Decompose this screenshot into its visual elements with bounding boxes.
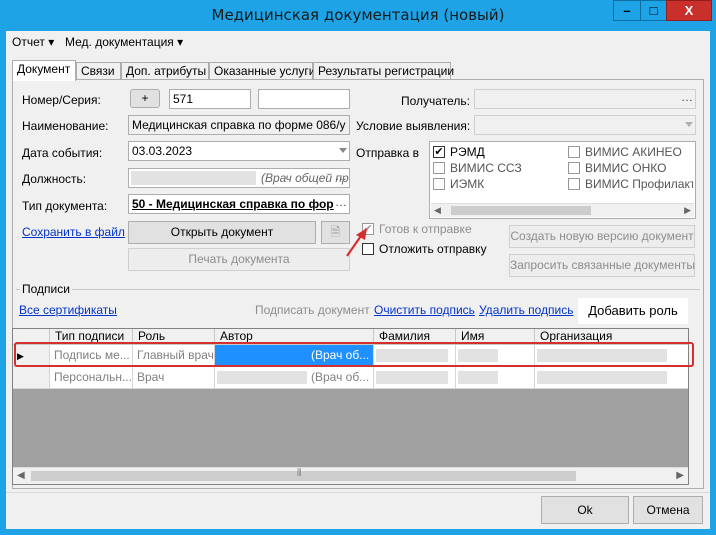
doc-type-value: 50 - Медицинская справка по фор: [132, 197, 334, 211]
send-option-vimis-onko: ВИМИС ОНКО: [585, 161, 667, 175]
doc-type-label: Тип документа:: [22, 199, 108, 213]
send-option-vimis-ssz: ВИМИС ССЗ: [450, 161, 522, 175]
delete-signature-link[interactable]: Удалить подпись: [479, 303, 574, 317]
save-to-file-link[interactable]: Сохранить в файл: [22, 225, 125, 239]
print-document-button[interactable]: Печать документа: [128, 248, 350, 271]
position-field[interactable]: (Врач общей пр …: [128, 168, 350, 188]
dialog-client-area: Отчет ▾ Мед. документация ▾ Документ Свя…: [6, 31, 710, 529]
cell-author[interactable]: (Врач об...: [215, 367, 374, 389]
checkbox-remd[interactable]: ✔: [433, 146, 445, 158]
send-option-vimis-akineo: ВИМИС АКИНЕО: [585, 145, 682, 159]
cell-last-name[interactable]: [374, 367, 456, 389]
redacted-text: [217, 371, 307, 384]
number-label: Номер/Серия:: [22, 93, 101, 107]
number-field[interactable]: 571: [169, 89, 251, 109]
scrollbar-thumb[interactable]: [451, 206, 591, 215]
all-certificates-link[interactable]: Все сертификаты: [19, 303, 117, 317]
signatures-group-label: Подписи: [20, 282, 72, 296]
tab-links[interactable]: Связи: [76, 62, 121, 80]
chevron-down-icon[interactable]: [685, 122, 693, 127]
add-role-button[interactable]: Добавить роль: [578, 298, 688, 324]
menu-bar: Отчет ▾ Мед. документация ▾: [6, 31, 710, 53]
send-option-vimis-prof: ВИМИС Профилактика: [585, 177, 693, 191]
send-option-iemk: ИЭМК: [450, 177, 485, 191]
minimize-button[interactable]: –: [613, 0, 641, 21]
ok-button[interactable]: Ok: [541, 496, 629, 524]
tab-extra-attributes[interactable]: Доп. атрибуты: [121, 62, 209, 80]
scroll-left-icon[interactable]: ◀: [434, 205, 441, 216]
request-related-button[interactable]: Запросить связанные документы: [509, 254, 695, 277]
dropdown-arrow-icon[interactable]: [339, 148, 347, 153]
recipient-label: Получатель:: [401, 94, 470, 108]
add-number-button[interactable]: +: [130, 89, 160, 108]
redacted-text: [376, 371, 448, 384]
close-button[interactable]: X: [666, 0, 712, 21]
ellipsis-icon[interactable]: …: [335, 195, 347, 209]
recipient-field[interactable]: …: [474, 89, 696, 109]
scroll-right-icon[interactable]: ▶: [684, 205, 691, 216]
doc-type-field[interactable]: 50 - Медицинская справка по фор …: [128, 194, 350, 214]
app-window: Медицинская документация (новый) – □ X О…: [0, 0, 716, 535]
tab-registration-results[interactable]: Результаты регистрации: [313, 62, 454, 80]
open-document-button[interactable]: Открыть документ: [128, 221, 316, 244]
event-date-value: 03.03.2023: [132, 144, 193, 158]
tab-document[interactable]: Документ: [12, 60, 76, 81]
send-to-list: ✔ РЭМД ВИМИС АКИНЕО ВИМИС ССЗ ВИМИС ОНКО…: [429, 141, 696, 219]
checkbox-iemk[interactable]: [433, 178, 445, 190]
menu-med-documentation[interactable]: Мед. документация ▾: [65, 35, 183, 49]
table-horizontal-scrollbar[interactable]: ◀ ⦀ ▶: [13, 467, 688, 484]
ready-to-send-label: Готов к отправке: [379, 222, 472, 236]
detection-condition-select[interactable]: [474, 115, 696, 135]
redacted-text: [131, 171, 256, 185]
menu-report[interactable]: Отчет ▾: [12, 35, 54, 49]
event-date-label: Дата события:: [22, 146, 103, 160]
tab-services[interactable]: Оказанные услуги: [209, 62, 315, 80]
name-label: Наименование:: [22, 119, 109, 133]
signatures-divider: [16, 289, 700, 290]
cell-first-name[interactable]: [456, 367, 535, 389]
series-field[interactable]: [258, 89, 350, 109]
scroll-right-icon[interactable]: ▶: [676, 470, 684, 481]
detection-condition-label: Условие выявления:: [356, 119, 471, 133]
clear-signature-link[interactable]: Очистить подпись: [374, 303, 475, 317]
ellipsis-icon[interactable]: …: [335, 169, 347, 183]
footer-divider: [6, 492, 710, 493]
checkbox-vimis-akineo[interactable]: [568, 146, 580, 158]
red-arrow-annotation: [346, 228, 367, 257]
checkbox-vimis-prof[interactable]: [568, 178, 580, 190]
title-bar: Медицинская документация (новый) – □ X: [0, 0, 716, 32]
redacted-text: [458, 371, 498, 384]
document-icon: 🗎: [330, 225, 341, 239]
window-title: Медицинская документация (новый): [211, 6, 505, 24]
create-new-version-button[interactable]: Создать новую версию документ: [509, 225, 695, 248]
position-label: Должность:: [22, 172, 87, 186]
author-value: (Врач об...: [311, 370, 370, 384]
row-highlight-annotation: [14, 342, 694, 367]
grip-icon: ⦀: [297, 468, 302, 479]
send-option-remd: РЭМД: [450, 145, 485, 159]
cancel-button[interactable]: Отмена: [633, 496, 703, 524]
ellipsis-icon[interactable]: …: [681, 90, 693, 104]
name-field[interactable]: Медицинская справка по форме 086/у (вра: [128, 115, 350, 135]
sign-document-action[interactable]: Подписать документ: [255, 303, 370, 317]
row-selector[interactable]: [13, 367, 50, 389]
postpone-send-label: Отложить отправку: [379, 242, 487, 256]
horizontal-scrollbar[interactable]: ◀ ▶: [431, 203, 694, 217]
redacted-text: [537, 371, 667, 384]
checkbox-vimis-ssz[interactable]: [433, 162, 445, 174]
scrollbar-thumb[interactable]: ⦀: [31, 468, 576, 481]
cell-organization[interactable]: [535, 367, 688, 389]
cell-sign-type[interactable]: Персональн...: [50, 367, 133, 389]
cell-role[interactable]: Врач: [133, 367, 215, 389]
send-to-label: Отправка в: [356, 146, 419, 160]
scroll-left-icon[interactable]: ◀: [17, 470, 25, 481]
checkbox-vimis-onko[interactable]: [568, 162, 580, 174]
event-date-field[interactable]: 03.03.2023: [128, 141, 350, 161]
maximize-button[interactable]: □: [640, 0, 667, 21]
